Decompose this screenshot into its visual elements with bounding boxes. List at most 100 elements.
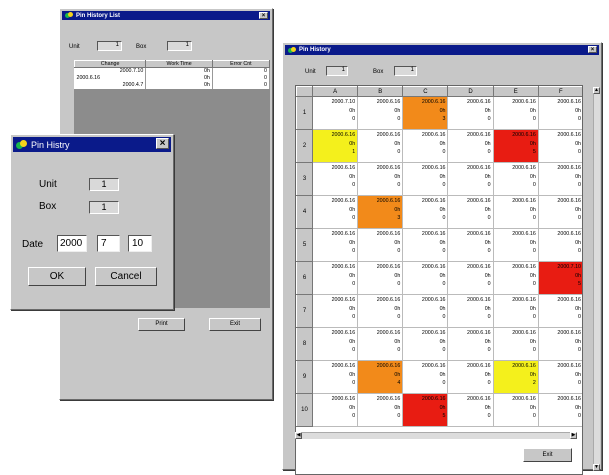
column-header[interactable]: A [311,86,359,97]
grid-cell[interactable]: 2000.6.16 0h 0 [537,327,582,361]
grid-cell[interactable]: 2000.6.16 0h 0 [402,162,449,196]
list-row[interactable]: 2000.7.10 0h 0 [74,67,271,75]
row-header[interactable]: 2 [296,129,313,163]
column-header-error-cnt[interactable]: Error Cnt [211,60,271,68]
grid-cell[interactable]: 2000.6.16 0h 0 [447,393,494,427]
grid-cell[interactable]: 2000.6.16 0h 0 [492,195,539,229]
grid-cell[interactable]: 2000.6.16 0h 0 [492,96,539,130]
row-header[interactable]: 7 [296,294,313,328]
year-input[interactable]: 2000 [57,235,87,252]
scroll-left-icon[interactable]: ◀ [295,432,302,439]
grid-cell[interactable]: 2000.6.16 0h 0 [447,195,494,229]
grid-cell[interactable]: 2000.6.16 0h 0 [537,162,582,196]
grid-cell[interactable]: 2000.6.16 0h 0 [447,261,494,295]
grid-cell[interactable]: 2000.6.16 0h 0 [357,327,404,361]
grid-cell[interactable]: 2000.6.16 0h 1 [311,129,359,163]
grid-cell[interactable]: 2000.6.16 0h 0 [311,360,359,394]
grid-cell[interactable]: 2000.6.16 0h 0 [447,228,494,262]
grid-cell[interactable]: 2000.6.16 0h 0 [311,261,359,295]
row-header[interactable]: 4 [296,195,313,229]
grid-cell[interactable]: 2000.6.16 0h 0 [402,195,449,229]
grid-cell[interactable]: 2000.7.10 0h 5 [537,261,582,295]
close-icon[interactable]: × [156,138,169,149]
grid-cell[interactable]: 2000.6.16 0h 0 [311,228,359,262]
grid-cell[interactable]: 2000.6.16 0h 0 [311,294,359,328]
grid-cell[interactable]: 2000.6.16 0h 0 [311,162,359,196]
grid-cell[interactable]: 2000.6.16 0h 0 [492,228,539,262]
grid-cell[interactable]: 2000.6.16 0h 0 [311,195,359,229]
grid-cell[interactable]: 2000.6.16 0h 0 [402,360,449,394]
list-row[interactable]: 2000.4.7 0h 0 [74,81,271,89]
grid-cell[interactable]: 2000.6.16 0h 0 [447,327,494,361]
row-header[interactable]: 9 [296,360,313,394]
close-icon[interactable]: × [259,12,268,19]
grid-cell[interactable]: 2000.6.16 0h 5 [402,393,449,427]
column-header[interactable]: B [357,86,404,97]
grid-cell[interactable]: 2000.6.16 0h 0 [537,393,582,427]
column-header[interactable]: D [447,86,494,97]
grid-cell[interactable]: 2000.6.16 0h 0 [537,195,582,229]
row-header[interactable]: 10 [296,393,313,427]
grid-cell[interactable]: 2000.6.16 0h 0 [357,162,404,196]
grid-cell[interactable]: 2000.6.16 0h 3 [402,96,449,130]
grid-cell[interactable]: 2000.6.16 0h 0 [492,294,539,328]
grid-cell[interactable]: 2000.6.16 0h 0 [357,261,404,295]
grid-cell[interactable]: 2000.6.16 0h 5 [492,129,539,163]
grid-cell[interactable]: 2000.6.16 0h 0 [537,360,582,394]
grid-cell[interactable]: 2000.6.16 0h 0 [402,261,449,295]
grid-cell[interactable]: 2000.6.16 0h 0 [447,96,494,130]
grid-cell[interactable]: 2000.6.16 0h 4 [357,360,404,394]
grid-cell[interactable]: 2000.6.16 0h 0 [357,393,404,427]
row-header[interactable]: 5 [296,228,313,262]
grid-cell[interactable]: 2000.7.10 0h 0 [311,96,359,130]
grid-cell[interactable]: 2000.6.16 0h 0 [402,228,449,262]
cancel-button[interactable]: Cancel [95,267,157,286]
vertical-scrollbar[interactable]: ▲ ▼ [593,87,600,471]
month-input[interactable]: 7 [97,235,120,252]
horizontal-scrollbar[interactable]: ◀ ▶ [295,432,577,439]
row-header[interactable]: 3 [296,162,313,196]
grid-cell[interactable]: 2000.6.16 0h 0 [357,96,404,130]
exit-button[interactable]: Exit [209,318,261,331]
scroll-down-icon[interactable]: ▼ [593,464,600,471]
column-header[interactable]: C [402,86,449,97]
grid-cell[interactable]: 2000.6.16 0h 0 [537,228,582,262]
grid-cell[interactable]: 2000.6.16 0h 0 [402,129,449,163]
ok-button[interactable]: OK [28,267,86,286]
grid-cell[interactable]: 2000.6.16 0h 0 [311,327,359,361]
grid-cell[interactable]: 2000.6.16 0h 0 [311,393,359,427]
scroll-up-icon[interactable]: ▲ [593,87,600,94]
close-icon[interactable]: × [588,46,597,53]
pin-grid[interactable]: A B C D E F 1 2000.7.10 0h 0 2000.6.16 0h 0 200… [295,85,583,475]
scroll-right-icon[interactable]: ▶ [570,432,577,439]
grid-cell[interactable]: 2000.6.16 0h 0 [492,162,539,196]
grid-cell[interactable]: 2000.6.16 0h 0 [447,360,494,394]
grid-cell[interactable]: 2000.6.16 0h 0 [447,162,494,196]
row-header[interactable]: 1 [296,96,313,130]
column-header[interactable]: F [537,86,582,97]
grid-cell[interactable]: 2000.6.16 0h 0 [492,393,539,427]
column-header-work-time[interactable]: Work Time [145,60,213,68]
grid-cell[interactable]: 2000.6.16 0h 3 [357,195,404,229]
grid-cell[interactable]: 2000.6.16 0h 0 [402,294,449,328]
column-header-change[interactable]: Change [73,60,147,68]
grid-cell[interactable]: 2000.6.16 0h 0 [537,294,582,328]
row-header[interactable]: 6 [296,261,313,295]
grid-cell[interactable]: 2000.6.16 0h 0 [492,327,539,361]
column-header[interactable]: E [492,86,539,97]
grid-cell[interactable]: 2000.6.16 0h 2 [492,360,539,394]
grid-cell[interactable]: 2000.6.16 0h 0 [357,129,404,163]
day-input[interactable]: 10 [128,235,152,252]
grid-cell[interactable]: 2000.6.16 0h 0 [537,96,582,130]
grid-cell[interactable]: 2000.6.16 0h 0 [402,327,449,361]
grid-cell[interactable]: 2000.6.16 0h 0 [357,294,404,328]
grid-cell[interactable]: 2000.6.16 0h 0 [447,129,494,163]
grid-cell[interactable]: 2000.6.16 0h 0 [447,294,494,328]
list-row[interactable]: 2000.6.16 0h 0 [74,74,271,82]
print-button[interactable]: Print [138,318,185,331]
grid-cell[interactable]: 2000.6.16 0h 0 [492,261,539,295]
grid-cell[interactable]: 2000.6.16 0h 0 [357,228,404,262]
row-header[interactable]: 8 [296,327,313,361]
grid-cell[interactable]: 2000.6.16 0h 0 [537,129,582,163]
grid-exit-button[interactable]: Exit [523,448,572,462]
